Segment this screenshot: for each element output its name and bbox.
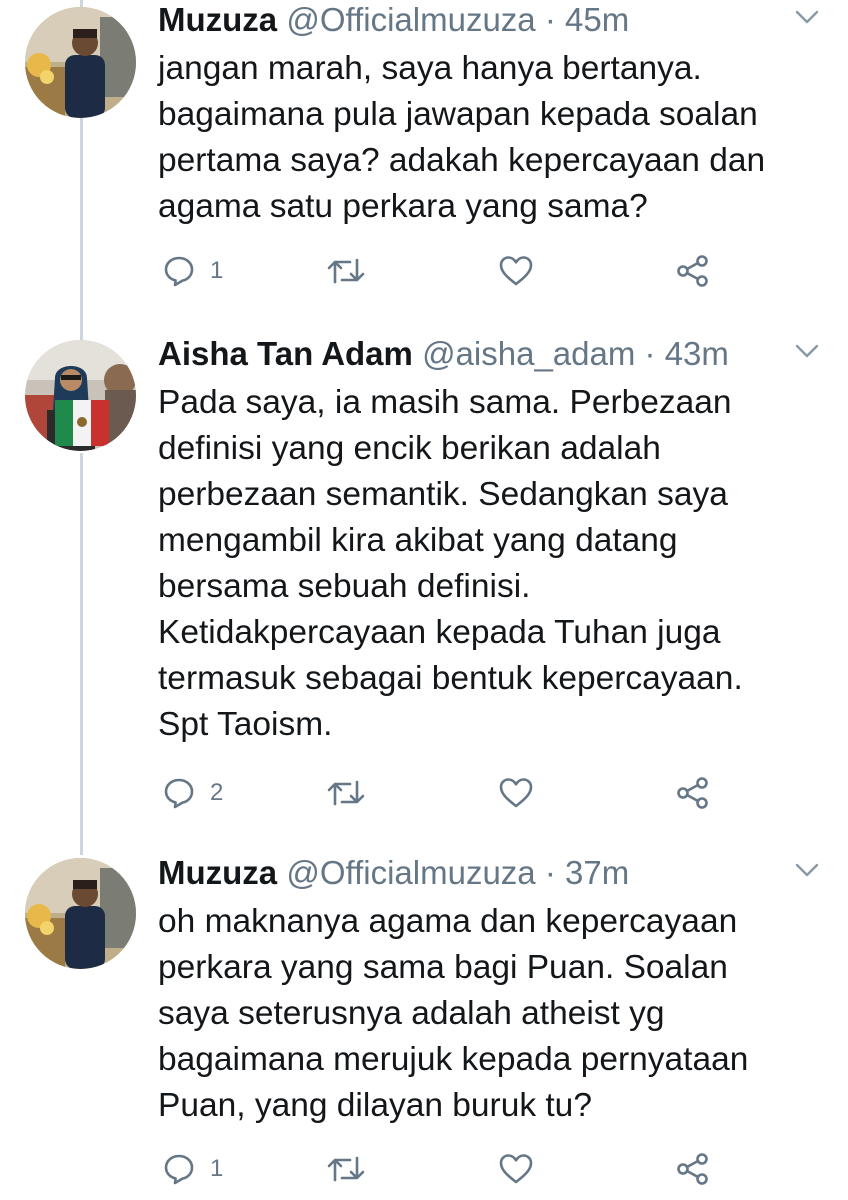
share-icon — [677, 777, 708, 809]
retweet-button[interactable] — [326, 1151, 366, 1187]
author-handle[interactable]: @Officialmuzuza — [286, 1, 535, 38]
tweet-text-line: Ketidakpercayaan kepada Tuhan juga — [158, 614, 721, 651]
tweet[interactable]: Muzuza @Officialmuzuza · 45m jangan mara… — [0, 0, 848, 330]
tweet-text: oh maknanya agama dan kepercayaan perkar… — [158, 899, 788, 1129]
separator: · — [544, 854, 556, 891]
share-button[interactable] — [676, 253, 710, 289]
share-button[interactable] — [676, 1151, 710, 1187]
tweet-text-line: saya seterusnya adalah atheist yg — [158, 995, 665, 1032]
separator: · — [644, 335, 656, 372]
like-icon — [499, 1154, 533, 1184]
timestamp[interactable]: 43m — [665, 335, 729, 372]
reply-count: 1 — [210, 257, 224, 284]
like-button[interactable] — [498, 775, 534, 811]
tweet-text-line: mengambil kira akibat yang datang — [158, 522, 678, 559]
avatar[interactable] — [25, 858, 136, 969]
timestamp[interactable]: 37m — [565, 854, 629, 891]
retweet-icon — [327, 258, 365, 284]
reply-icon — [164, 1154, 194, 1185]
author-name[interactable]: Aisha Tan Adam — [158, 335, 413, 372]
retweet-icon — [327, 780, 365, 806]
reply-button[interactable]: 1 — [162, 1151, 223, 1187]
share-icon — [677, 1153, 708, 1185]
tweet[interactable]: Aisha Tan Adam @aisha_adam · 43m Pada sa… — [0, 334, 848, 834]
avatar[interactable] — [25, 340, 136, 451]
tweet-text-line: Puan, yang dilayan buruk tu? — [158, 1087, 592, 1124]
reply-icon — [164, 256, 194, 287]
like-button[interactable] — [498, 1151, 534, 1187]
share-icon — [677, 255, 708, 287]
retweet-button[interactable] — [326, 775, 366, 811]
share-button[interactable] — [676, 775, 710, 811]
reply-count: 2 — [210, 779, 224, 806]
tweet-text-line: termasuk sebagai bentuk kepercayaan. — [158, 660, 743, 697]
tweet-text-line: perbezaan semantik. Sedangkan saya — [158, 476, 728, 513]
tweet-text-line: oh maknanya agama dan kepercayaan — [158, 903, 738, 940]
tweet-text-line: pertama saya? adakah kepercayaan dan — [158, 142, 766, 179]
tweet-text-line: Spt Taoism. — [158, 706, 333, 743]
retweet-icon — [327, 1156, 365, 1182]
reply-count: 1 — [210, 1155, 224, 1182]
tweet-text-line: bersama sebuah definisi. — [158, 568, 531, 605]
chevron-down-icon[interactable] — [794, 342, 820, 360]
tweet-text-line: definisi yang encik berikan adalah — [158, 430, 661, 467]
chevron-down-icon[interactable] — [794, 861, 820, 879]
tweet-text-line: bagaimana merujuk kepada pernyataan — [158, 1041, 749, 1078]
timestamp[interactable]: 45m — [565, 1, 629, 38]
tweet[interactable]: Muzuza @Officialmuzuza · 37m oh maknanya… — [0, 853, 848, 1200]
separator: · — [544, 1, 556, 38]
like-icon — [499, 256, 533, 286]
like-button[interactable] — [498, 253, 534, 289]
reply-icon — [164, 778, 194, 809]
reply-button[interactable]: 2 — [162, 775, 223, 811]
author-handle[interactable]: @Officialmuzuza — [286, 854, 535, 891]
tweet-text-line: jangan marah, saya hanya bertanya. — [158, 50, 702, 87]
author-name[interactable]: Muzuza — [158, 854, 277, 891]
author-name[interactable]: Muzuza — [158, 1, 277, 38]
retweet-button[interactable] — [326, 253, 366, 289]
tweet-text: jangan marah, saya hanya bertanya. bagai… — [158, 46, 788, 230]
like-icon — [499, 778, 533, 808]
tweet-text-line: perkara yang sama bagi Puan. Soalan — [158, 949, 728, 986]
chevron-down-icon[interactable] — [794, 8, 820, 26]
author-handle[interactable]: @aisha_adam — [422, 335, 635, 372]
avatar[interactable] — [25, 7, 136, 118]
tweet-text-line: Pada saya, ia masih sama. Perbezaan — [158, 384, 732, 421]
tweet-text-line: agama satu perkara yang sama? — [158, 188, 648, 225]
reply-button[interactable]: 1 — [162, 253, 223, 289]
tweet-text-line: bagaimana pula jawapan kepada soalan — [158, 96, 758, 133]
tweet-text: Pada saya, ia masih sama. Perbezaan defi… — [158, 380, 788, 748]
